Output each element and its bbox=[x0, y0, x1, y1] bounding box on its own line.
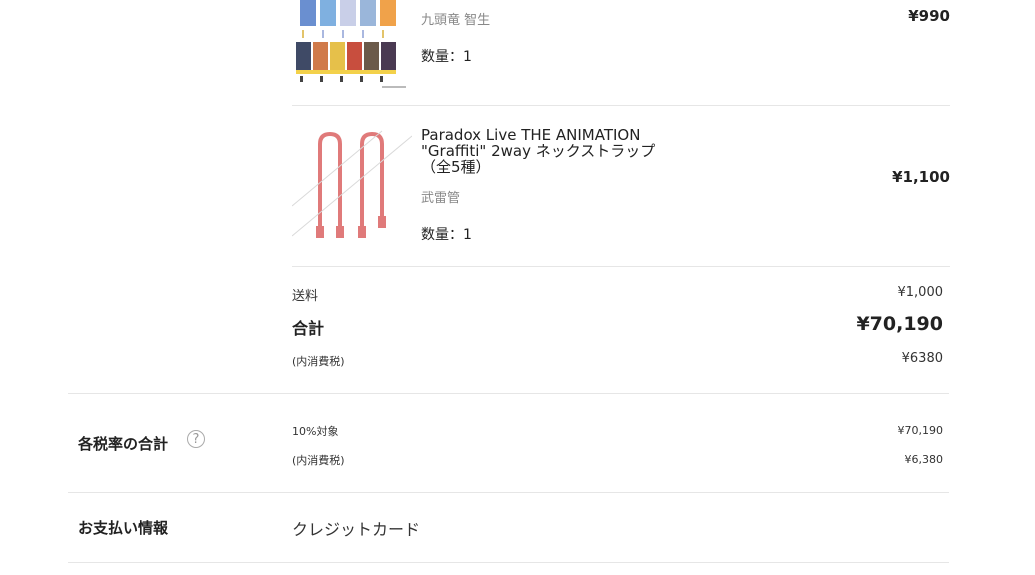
tax-rate-tax-value: ¥6,380 bbox=[904, 453, 944, 466]
item-2-variant: 武雷管 bbox=[421, 191, 461, 206]
tax-rate-heading: 各税率の合計 bbox=[78, 435, 169, 453]
item-1-quantity: 数量：1 bbox=[421, 49, 472, 65]
section-divider bbox=[68, 393, 949, 394]
item-1-variant: 九頭竜 智生 bbox=[421, 13, 491, 28]
section-divider bbox=[68, 562, 949, 563]
item-2-price: ¥1,100 bbox=[892, 168, 950, 186]
item-1-thumbnail[interactable] bbox=[292, 0, 412, 92]
item-divider bbox=[292, 105, 950, 106]
payment-heading: お支払い情報 bbox=[78, 519, 169, 537]
item-2-name-line3: （全5種） bbox=[421, 158, 491, 176]
tax-included-value: ¥6380 bbox=[901, 351, 943, 366]
item-2-name[interactable]: Paradox Live THE ANIMATION "Graffiti" 2w… bbox=[421, 127, 681, 175]
shipping-value: ¥1,000 bbox=[897, 285, 944, 300]
section-divider bbox=[68, 492, 949, 493]
tax-target-label: 10%対象 bbox=[292, 425, 339, 438]
tax-rate-tax-label: (内消費税) bbox=[292, 454, 345, 467]
acrylic-stand-set-image bbox=[296, 0, 406, 88]
payment-method: クレジットカード bbox=[292, 520, 421, 539]
item-2-thumbnail[interactable] bbox=[292, 126, 412, 248]
help-icon[interactable]: ? bbox=[187, 430, 205, 448]
item-2-name-line2: "Graffiti" 2way ネックストラップ bbox=[421, 142, 656, 160]
tax-target-value: ¥70,190 bbox=[897, 424, 944, 437]
item-1-price: ¥990 bbox=[908, 7, 950, 25]
shipping-label: 送料 bbox=[292, 289, 319, 304]
item-2-quantity: 数量：1 bbox=[421, 227, 472, 243]
total-label: 合計 bbox=[292, 319, 325, 338]
neck-strap-image bbox=[292, 130, 412, 238]
item-2-name-line1: Paradox Live THE ANIMATION bbox=[421, 126, 641, 144]
total-value: ¥70,190 bbox=[856, 313, 943, 335]
item-divider bbox=[292, 266, 950, 267]
tax-included-label: (内消費税) bbox=[292, 355, 345, 368]
